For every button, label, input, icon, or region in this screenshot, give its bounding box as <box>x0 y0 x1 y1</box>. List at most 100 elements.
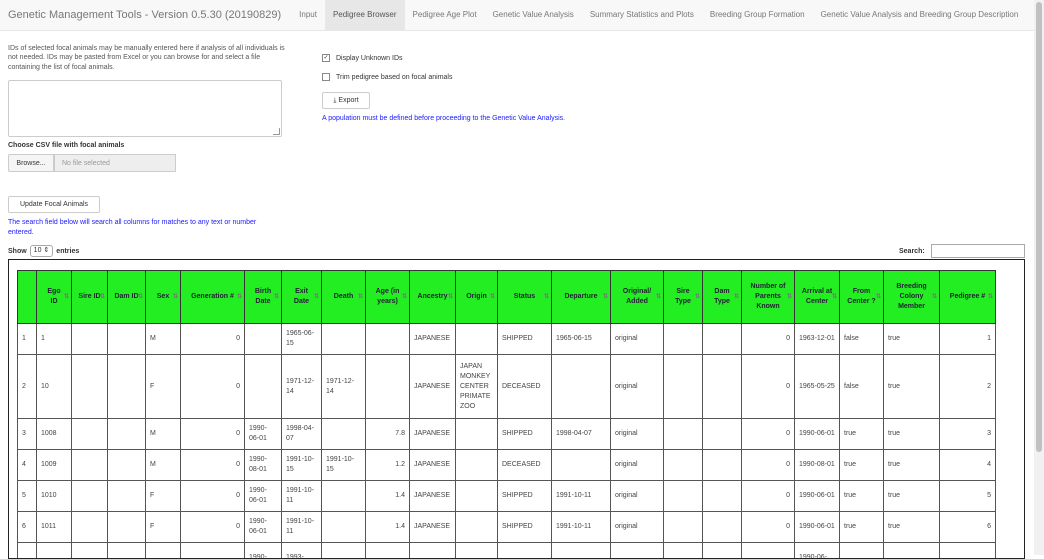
table-cell: 2 <box>18 355 37 419</box>
table-cell: 1 <box>18 324 37 355</box>
table-cell: true <box>840 450 884 481</box>
tab-summary-statistics[interactable]: Summary Statistics and Plots <box>582 0 702 30</box>
column-header[interactable]: Status <box>498 271 552 324</box>
table-cell: 0 <box>742 450 795 481</box>
table-cell: 1.2 <box>366 450 410 481</box>
table-cell: 3 <box>18 419 37 450</box>
table-cell: 1.4 <box>366 512 410 543</box>
resize-handle-icon[interactable] <box>273 128 280 135</box>
table-cell <box>366 543 410 559</box>
table-cell: JAPANESE <box>410 450 456 481</box>
table-cell: 1991-10-11 <box>282 481 322 512</box>
table-cell <box>108 355 146 419</box>
table-cell <box>72 324 108 355</box>
table-cell <box>884 543 940 559</box>
page-scrollbar[interactable] <box>1034 0 1044 555</box>
entries-select[interactable]: 10 ⇕ <box>30 245 54 257</box>
table-cell: 1990-06-01 <box>245 512 282 543</box>
table-cell: F <box>146 512 181 543</box>
checkbox-checked-icon[interactable]: ✓ <box>322 54 330 62</box>
table-row[interactable]: 41009M01990-08-011991-10-151991-10-151.2… <box>18 450 996 481</box>
table-cell <box>108 450 146 481</box>
focal-ids-textarea[interactable] <box>8 80 282 137</box>
table-cell <box>703 481 742 512</box>
table-cell: true <box>884 512 940 543</box>
table-cell: 2 <box>940 355 996 419</box>
column-header[interactable]: Death <box>322 271 366 324</box>
trim-pedigree-checkbox[interactable]: Trim pedigree based on focal animals <box>322 73 452 81</box>
column-header[interactable]: Departure <box>552 271 611 324</box>
table-row[interactable]: 1990-1993-1990-06- <box>18 543 996 559</box>
column-header[interactable]: Ancestry <box>410 271 456 324</box>
table-cell: SHIPPED <box>498 481 552 512</box>
table-cell: M <box>146 419 181 450</box>
tab-gva-breeding-description[interactable]: Genetic Value Analysis and Breeding Grou… <box>813 0 1027 30</box>
table-cell <box>72 512 108 543</box>
export-button[interactable]: ⤓ Export <box>322 92 370 109</box>
table-row[interactable]: 210F01971-12-141971-12-14JAPANESEJAPAN M… <box>18 355 996 419</box>
table-cell <box>322 481 366 512</box>
table-cell <box>703 324 742 355</box>
table-cell <box>456 450 498 481</box>
table-cell <box>456 419 498 450</box>
column-header[interactable]: Dam Type <box>703 271 742 324</box>
show-entries-control: Show 10 ⇕ entries <box>8 245 79 257</box>
table-cell: true <box>884 419 940 450</box>
table-cell: 10 <box>37 355 72 419</box>
column-header[interactable]: Sex <box>146 271 181 324</box>
search-input[interactable] <box>931 244 1025 258</box>
tab-genetic-value-analysis[interactable]: Genetic Value Analysis <box>485 0 582 30</box>
column-header[interactable]: Birth Date <box>245 271 282 324</box>
column-header[interactable]: Breeding Colony Member <box>884 271 940 324</box>
table-row[interactable]: 11M01965-06-15JAPANESESHIPPED1965-06-15o… <box>18 324 996 355</box>
tab-pedigree-age-plot[interactable]: Pedigree Age Plot <box>405 0 485 30</box>
column-header[interactable]: Arrival at Center <box>795 271 840 324</box>
table-cell: 1990-08-01 <box>795 450 840 481</box>
table-cell <box>703 512 742 543</box>
column-header[interactable]: Sire Type <box>664 271 703 324</box>
table-cell: 0 <box>742 324 795 355</box>
column-header[interactable]: Pedigree # <box>940 271 996 324</box>
table-row[interactable]: 61011F01990-06-011991-10-111.4JAPANESESH… <box>18 512 996 543</box>
table-cell: SHIPPED <box>498 512 552 543</box>
column-header[interactable]: Sire ID <box>72 271 108 324</box>
table-cell: JAPANESE <box>410 324 456 355</box>
table-cell: 1993- <box>282 543 322 559</box>
column-header[interactable]: Origin <box>456 271 498 324</box>
update-focal-animals-button[interactable]: Update Focal Animals <box>8 196 100 213</box>
column-header[interactable]: Generation # <box>181 271 245 324</box>
table-cell: JAPANESE <box>410 355 456 419</box>
entries-label: entries <box>56 248 79 255</box>
scrollbar-thumb[interactable] <box>1036 2 1042 452</box>
table-cell: 1998-04-07 <box>282 419 322 450</box>
pedigree-table-panel: Ego IDSire IDDam IDSexGeneration #Birth … <box>8 259 1025 559</box>
download-icon: ⤓ <box>333 97 336 104</box>
table-row[interactable]: 51010F01990-06-011991-10-111.4JAPANESESH… <box>18 481 996 512</box>
tab-breeding-group-formation[interactable]: Breeding Group Formation <box>702 0 813 30</box>
column-header[interactable] <box>18 271 37 324</box>
browse-button[interactable]: Browse... <box>8 154 54 172</box>
table-row[interactable]: 31008M01990-06-011998-04-077.8JAPANESESH… <box>18 419 996 450</box>
table-cell <box>840 543 884 559</box>
column-header[interactable]: Number of Parents Known <box>742 271 795 324</box>
table-cell: 0 <box>181 355 245 419</box>
table-cell: true <box>884 450 940 481</box>
tab-input[interactable]: Input <box>291 0 325 30</box>
display-unknown-ids-checkbox[interactable]: ✓ Display Unknown IDs <box>322 54 403 62</box>
table-cell: 3 <box>940 419 996 450</box>
column-header[interactable]: Original/ Added <box>611 271 664 324</box>
table-cell <box>552 355 611 419</box>
table-cell <box>456 481 498 512</box>
column-header[interactable]: From Center ? <box>840 271 884 324</box>
column-header[interactable]: Dam ID <box>108 271 146 324</box>
checkbox-unchecked-icon[interactable] <box>322 73 330 81</box>
table-cell: 0 <box>742 355 795 419</box>
tab-pedigree-browser[interactable]: Pedigree Browser <box>325 0 405 30</box>
column-header[interactable]: Age (in years) <box>366 271 410 324</box>
table-cell: 1971-12-14 <box>282 355 322 419</box>
table-cell: true <box>840 512 884 543</box>
table-cell: 1.4 <box>366 481 410 512</box>
column-header[interactable]: Ego ID <box>37 271 72 324</box>
column-header[interactable]: Exit Date <box>282 271 322 324</box>
table-cell: 1965-06-15 <box>282 324 322 355</box>
